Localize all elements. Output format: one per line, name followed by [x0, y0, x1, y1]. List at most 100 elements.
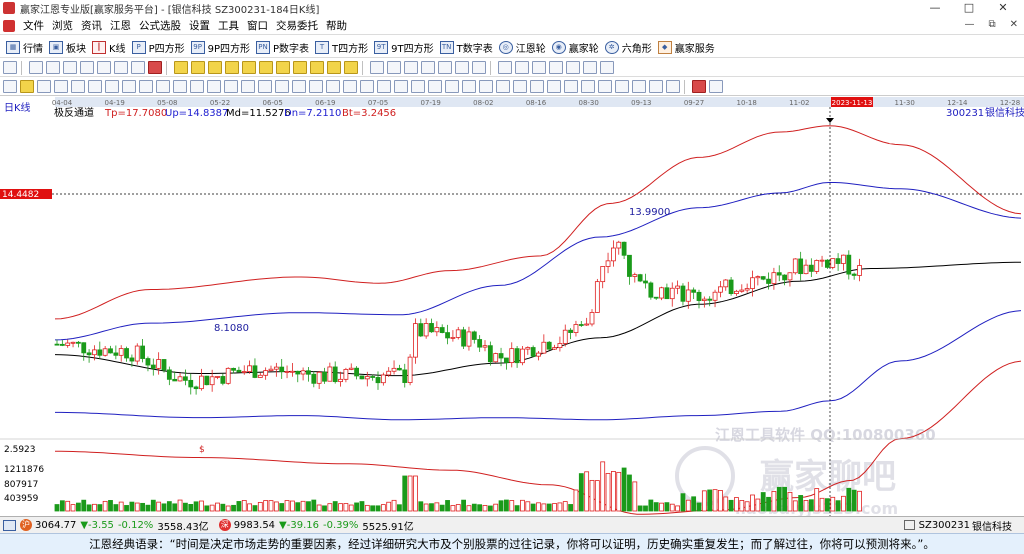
draw-5-icon[interactable] — [105, 80, 119, 93]
diamond-1-icon[interactable] — [242, 61, 256, 74]
draw-31-icon[interactable] — [547, 80, 561, 93]
stop-icon[interactable] — [148, 61, 162, 74]
fib-icon[interactable] — [438, 61, 452, 74]
draw-19-icon[interactable] — [343, 80, 357, 93]
draw-15-icon[interactable] — [275, 80, 289, 93]
draw-10-icon[interactable] — [190, 80, 204, 93]
tile-icon[interactable] — [583, 61, 597, 74]
menu-gann[interactable]: 江恩 — [110, 18, 131, 33]
draw-20-icon[interactable] — [360, 80, 374, 93]
toolbar-hexagon-button[interactable]: ✲ 六角形 — [604, 40, 652, 55]
edit-icon[interactable] — [3, 80, 17, 93]
kline-chart-area[interactable]: 04-04 04-19 05-08 05-22 06-05 06-19 07-05 07-19… — [0, 96, 1024, 518]
candle-icon[interactable] — [63, 61, 77, 74]
index1-value[interactable]: 3064.77 — [35, 520, 76, 531]
dropdown-icon[interactable] — [131, 61, 145, 74]
toolbar-t-square-button[interactable]: T T四方形 — [315, 40, 368, 55]
diamond-4-icon[interactable] — [293, 61, 307, 74]
draw-16-icon[interactable] — [292, 80, 306, 93]
draw-33-icon[interactable] — [581, 80, 595, 93]
menu-trade[interactable]: 交易委托 — [276, 18, 318, 33]
prev-icon[interactable] — [191, 61, 205, 74]
menu-browse[interactable]: 浏览 — [52, 18, 73, 33]
toolbar-t-table-button[interactable]: TN T数字表 — [439, 40, 493, 55]
draw-37-icon[interactable] — [649, 80, 663, 93]
crosshair-icon[interactable] — [387, 61, 401, 74]
line-icon[interactable] — [114, 61, 128, 74]
toolbar-sector-button[interactable]: ▣ 板块 — [49, 40, 86, 55]
mdi-minimize-button[interactable]: — — [964, 19, 974, 30]
split-icon[interactable] — [566, 61, 580, 74]
draw-30-icon[interactable] — [530, 80, 544, 93]
draw-34-icon[interactable] — [598, 80, 612, 93]
back-icon[interactable] — [208, 61, 222, 74]
draw-24-icon[interactable] — [428, 80, 442, 93]
draw-13-icon[interactable] — [241, 80, 255, 93]
diamond-7-icon[interactable] — [344, 61, 358, 74]
diamond-5-icon[interactable] — [310, 61, 324, 74]
menu-help[interactable]: 帮助 — [326, 18, 347, 33]
zoom-icon[interactable] — [29, 61, 43, 74]
draw-25-icon[interactable] — [445, 80, 459, 93]
line-draw-icon[interactable] — [404, 61, 418, 74]
draw-11-icon[interactable] — [207, 80, 221, 93]
menu-info[interactable]: 资讯 — [81, 18, 102, 33]
menu-file[interactable]: 文件 — [23, 18, 44, 33]
diamond-6-icon[interactable] — [327, 61, 341, 74]
toolbar-p-table-button[interactable]: PN P数字表 — [256, 40, 309, 55]
draw-32-icon[interactable] — [564, 80, 578, 93]
menu-tool-icon[interactable] — [3, 61, 17, 74]
draw-17-icon[interactable] — [309, 80, 323, 93]
toolbar-9p-square-button[interactable]: 9P 9P四方形 — [190, 40, 250, 55]
image-icon[interactable] — [472, 61, 486, 74]
mdi-close-button[interactable]: ✕ — [1010, 19, 1018, 30]
draw-3-icon[interactable] — [71, 80, 85, 93]
status-grid-icon[interactable] — [3, 519, 16, 531]
draw-21-icon[interactable] — [377, 80, 391, 93]
layout-icon[interactable] — [46, 61, 60, 74]
toolbar-winner-wheel-button[interactable]: ◉ 赢家轮 — [551, 40, 599, 55]
draw-8-icon[interactable] — [156, 80, 170, 93]
pencil-icon[interactable] — [20, 80, 34, 93]
menu-settings[interactable]: 设置 — [189, 18, 210, 33]
draw-14-icon[interactable] — [258, 80, 272, 93]
draw-28-icon[interactable] — [496, 80, 510, 93]
draw-35-icon[interactable] — [615, 80, 629, 93]
draw-27-icon[interactable] — [479, 80, 493, 93]
draw-26-icon[interactable] — [462, 80, 476, 93]
hand-icon[interactable] — [370, 61, 384, 74]
draw-12-icon[interactable] — [224, 80, 238, 93]
bar-icon[interactable] — [97, 61, 111, 74]
toolbar-gann-wheel-button[interactable]: ◎ 江恩轮 — [498, 40, 546, 55]
maximize-button[interactable]: □ — [954, 0, 984, 16]
minimize-button[interactable]: — — [920, 0, 950, 16]
draw-18-icon[interactable] — [326, 80, 340, 93]
toolbar-service-button[interactable]: ◆ 赢家服务 — [657, 40, 715, 55]
menu-formula[interactable]: 公式选股 — [139, 18, 181, 33]
draw-2-icon[interactable] — [54, 80, 68, 93]
diamond-2-icon[interactable] — [259, 61, 273, 74]
draw-23-icon[interactable] — [411, 80, 425, 93]
window-icon[interactable] — [549, 61, 563, 74]
save-icon[interactable] — [515, 61, 529, 74]
index2-value[interactable]: 9983.54 — [234, 520, 275, 531]
draw-29-icon[interactable] — [513, 80, 527, 93]
draw-4-icon[interactable] — [88, 80, 102, 93]
kline-chart-svg[interactable]: 04-04 04-19 05-08 05-22 06-05 06-19 07-05 07-19… — [0, 96, 1024, 518]
toolbar-market-button[interactable]: ▦ 行情 — [6, 40, 43, 55]
toolbar-p-square-button[interactable]: P P四方形 — [131, 40, 185, 55]
draw-7-icon[interactable] — [139, 80, 153, 93]
diamond-3-icon[interactable] — [276, 61, 290, 74]
car-icon[interactable] — [600, 61, 614, 74]
calc-icon[interactable] — [498, 61, 512, 74]
forward-icon[interactable] — [225, 61, 239, 74]
record-icon[interactable] — [692, 80, 706, 93]
menu-window[interactable]: 窗口 — [247, 18, 268, 33]
text-icon[interactable] — [421, 61, 435, 74]
candle-alt-icon[interactable] — [80, 61, 94, 74]
toolbar-kline-button[interactable]: ┃ K线 — [92, 40, 126, 55]
draw-22-icon[interactable] — [394, 80, 408, 93]
draw-36-icon[interactable] — [632, 80, 646, 93]
mdi-restore-button[interactable]: ⧉ — [988, 19, 995, 30]
draw-9-icon[interactable] — [173, 80, 187, 93]
